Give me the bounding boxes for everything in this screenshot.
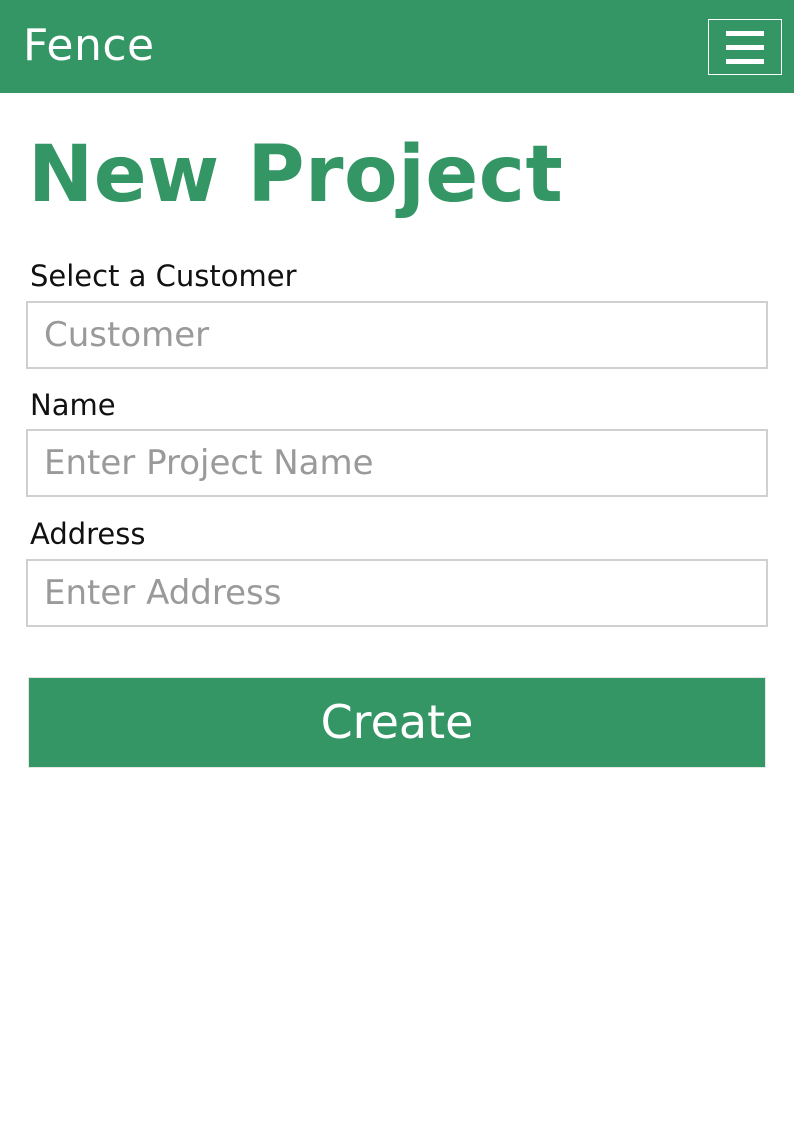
address-input[interactable]	[26, 559, 768, 627]
navbar: Fence	[0, 0, 794, 93]
menu-toggle-button[interactable]	[708, 19, 782, 75]
hamburger-menu-icon	[726, 30, 764, 64]
brand-link[interactable]: Fence	[23, 18, 155, 74]
address-label: Address	[30, 517, 146, 551]
customer-label: Select a Customer	[30, 259, 297, 293]
create-button[interactable]: Create	[28, 677, 766, 768]
name-label: Name	[30, 388, 116, 422]
customer-input[interactable]	[26, 301, 768, 369]
project-name-input[interactable]	[26, 429, 768, 497]
page-title: New Project	[28, 130, 564, 220]
